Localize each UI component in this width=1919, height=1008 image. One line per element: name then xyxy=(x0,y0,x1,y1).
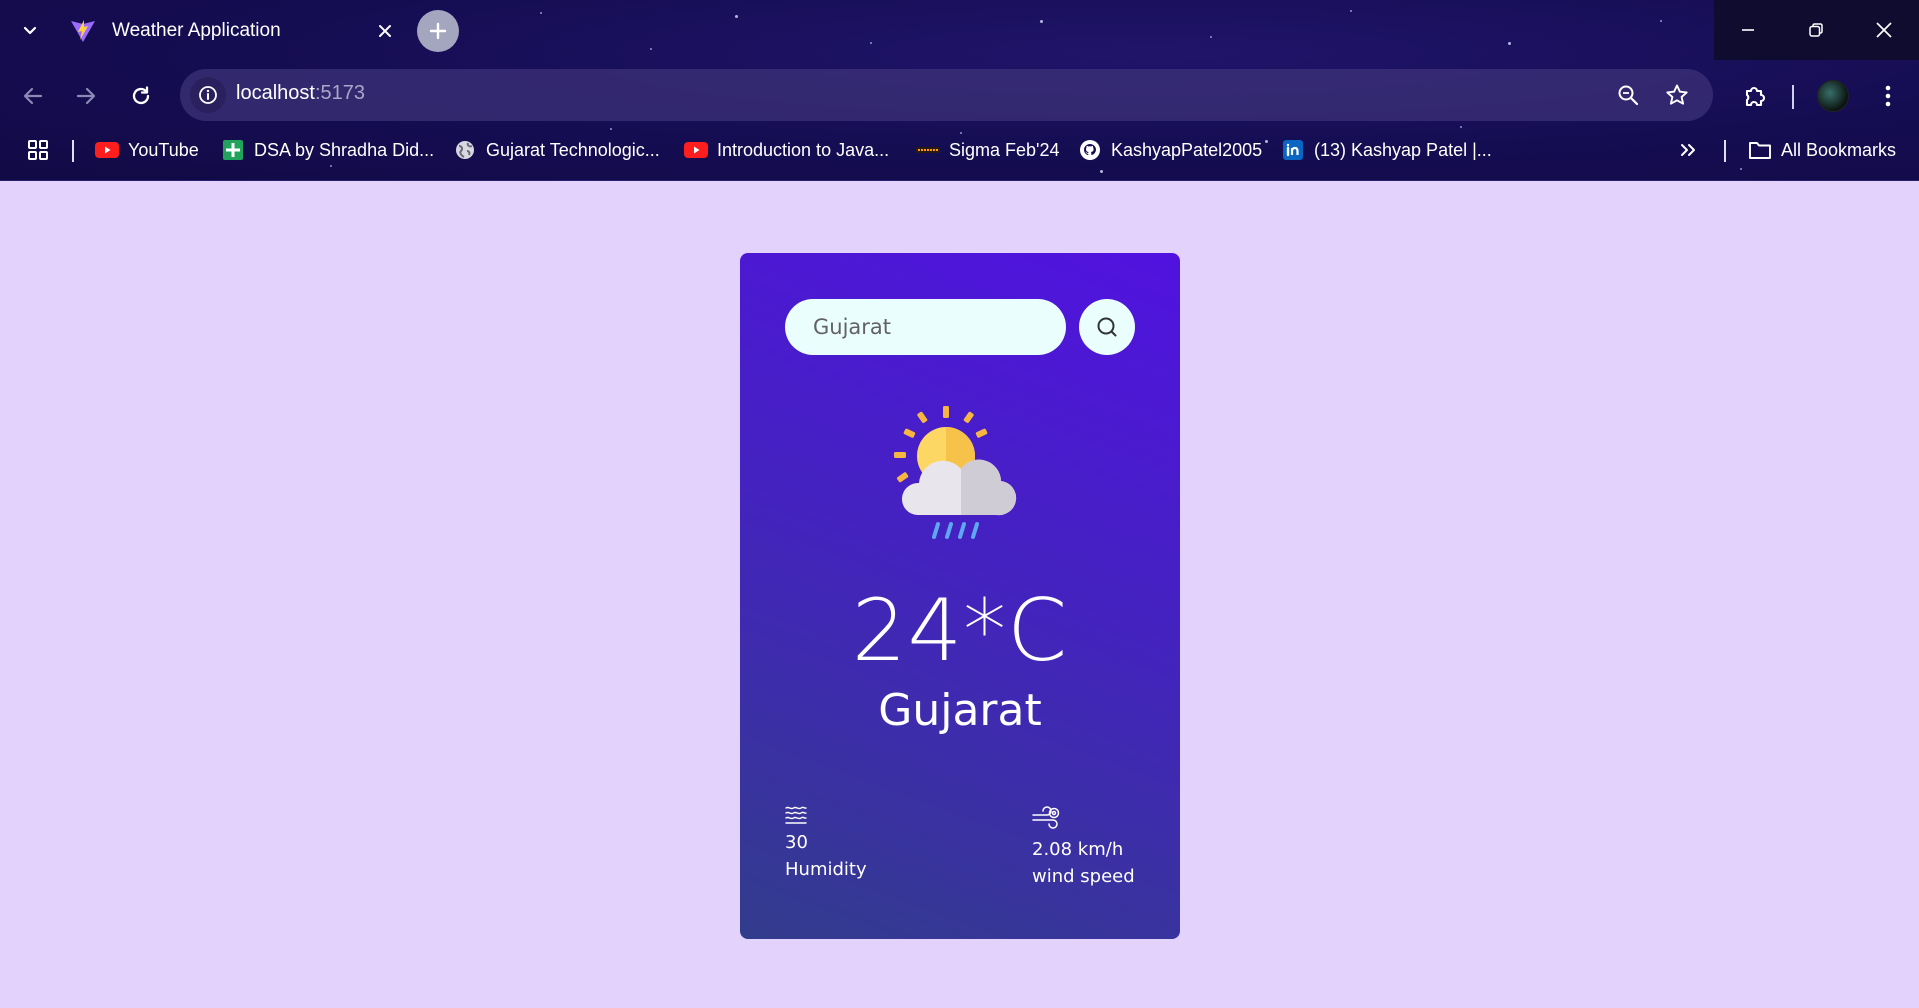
arrow-right-icon xyxy=(76,87,96,105)
url-port: :5173 xyxy=(314,82,365,104)
address-bar[interactable]: localhost:5173 xyxy=(180,69,1713,121)
bookmark-label: Introduction to Java... xyxy=(717,139,890,160)
zoom-button[interactable] xyxy=(1614,81,1642,109)
minimize-button[interactable] xyxy=(1714,0,1782,60)
sheets-icon xyxy=(221,140,245,160)
extensions-button[interactable] xyxy=(1737,78,1773,114)
star-decoration xyxy=(1460,126,1462,128)
bookmarks-bar: YouTube DSA by Shradha Did... Gujarat Te… xyxy=(0,130,1919,170)
bookmark-label: YouTube xyxy=(128,139,199,160)
tab-title: Weather Application xyxy=(112,20,281,41)
humidity-label: Humidity xyxy=(785,859,867,880)
youtube-icon xyxy=(95,141,119,159)
restore-icon xyxy=(1809,23,1823,37)
bookmark-sigma[interactable]: Sigma Feb'24 xyxy=(916,136,1060,164)
weather-card: 24*C Gujarat 30 Humidity 2.08 km/h wind … xyxy=(740,253,1180,939)
bookmark-github[interactable]: KashyapPatel2005 xyxy=(1078,136,1262,164)
reload-button[interactable] xyxy=(123,78,159,114)
bookmark-gtu[interactable]: Gujarat Technologic... xyxy=(453,136,660,164)
bookmark-star-button[interactable] xyxy=(1663,81,1691,109)
city-search-input[interactable] xyxy=(785,299,1066,355)
zoom-icon xyxy=(1618,85,1639,106)
tab-close-button[interactable] xyxy=(373,19,397,43)
bookmarks-divider xyxy=(1724,140,1726,162)
search-icon xyxy=(1097,317,1117,337)
close-window-button[interactable] xyxy=(1850,0,1918,60)
city-name: Gujarat xyxy=(878,685,1042,736)
toolbar-divider xyxy=(1792,85,1794,109)
youtube-icon xyxy=(684,141,708,159)
humidity-stat: 30 Humidity xyxy=(785,805,867,883)
close-icon xyxy=(1876,22,1892,38)
star-icon xyxy=(1666,84,1688,105)
bookmark-label: DSA by Shradha Did... xyxy=(254,139,435,160)
bookmark-label: Gujarat Technologic... xyxy=(486,139,660,160)
info-icon xyxy=(199,86,217,104)
college-icon xyxy=(916,141,940,159)
reload-icon xyxy=(132,86,150,105)
bookmark-linkedin[interactable]: (13) Kashyap Patel |... xyxy=(1281,136,1492,164)
wind-value: 2.08 km/h xyxy=(1032,839,1124,860)
more-vertical-icon xyxy=(1885,85,1891,107)
humidity-waves-icon xyxy=(785,806,807,824)
apps-button[interactable] xyxy=(26,136,50,164)
bookmark-label: Sigma Feb'24 xyxy=(949,139,1060,160)
all-bookmarks-button[interactable]: All Bookmarks xyxy=(1748,136,1896,164)
folder-icon xyxy=(1748,141,1772,159)
plus-icon xyxy=(429,22,447,40)
globe-icon xyxy=(453,141,477,159)
bookmark-label: (13) Kashyap Patel |... xyxy=(1314,139,1492,160)
chevron-down-icon xyxy=(23,26,37,35)
bookmarks-divider xyxy=(72,140,74,162)
linkedin-icon xyxy=(1281,140,1305,160)
bookmark-youtube[interactable]: YouTube xyxy=(95,136,199,164)
site-info-button[interactable] xyxy=(190,77,226,113)
new-tab-button[interactable] xyxy=(417,10,459,52)
apps-grid-icon xyxy=(28,140,48,160)
tab-weather-application[interactable]: Weather Application xyxy=(62,8,407,54)
tab-search-button[interactable] xyxy=(14,14,46,46)
double-chevron-right-icon xyxy=(1681,144,1695,156)
star-decoration xyxy=(1100,170,1103,173)
profile-avatar[interactable] xyxy=(1817,80,1849,112)
wind-stat: 2.08 km/h wind speed xyxy=(1032,806,1135,890)
bookmark-dsa-sheet[interactable]: DSA by Shradha Did... xyxy=(221,136,434,164)
wind-label: wind speed xyxy=(1032,866,1135,887)
minimize-icon xyxy=(1742,29,1754,31)
bookmark-label: KashyapPatel2005 xyxy=(1111,139,1263,160)
github-icon xyxy=(1078,140,1102,160)
browser-chrome: Weather Application localhost:5173 YouTu… xyxy=(0,0,1919,181)
forward-button[interactable] xyxy=(68,78,104,114)
restore-button[interactable] xyxy=(1782,0,1850,60)
more-bookmarks-button[interactable] xyxy=(1678,136,1698,164)
bookmark-intro-java[interactable]: Introduction to Java... xyxy=(684,136,889,164)
partly-cloudy-rain-icon xyxy=(894,406,1017,539)
tab-strip: Weather Application xyxy=(0,0,1919,62)
search-button[interactable] xyxy=(1079,299,1135,355)
wind-icon xyxy=(1032,806,1060,829)
window-controls xyxy=(1714,0,1919,60)
vite-logo-icon xyxy=(71,20,95,42)
back-button[interactable] xyxy=(15,78,51,114)
puzzle-icon xyxy=(1745,87,1765,107)
menu-button[interactable] xyxy=(1870,78,1906,114)
temperature: 24*C xyxy=(851,581,1069,681)
navigation-bar: localhost:5173 xyxy=(0,68,1919,122)
url-host: localhost xyxy=(236,82,315,104)
url-text[interactable]: localhost:5173 xyxy=(236,82,365,105)
humidity-value: 30 xyxy=(785,832,808,853)
all-bookmarks-label: All Bookmarks xyxy=(1781,139,1897,160)
close-icon xyxy=(379,25,391,37)
arrow-left-icon xyxy=(23,87,43,105)
